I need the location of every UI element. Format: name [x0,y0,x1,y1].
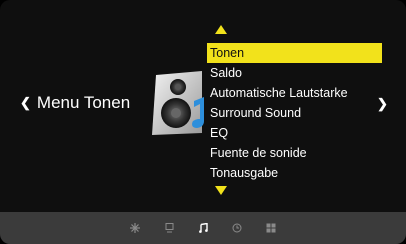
menu-item-saldo[interactable]: Saldo [207,63,382,83]
speaker-icon [152,71,204,135]
scroll-up-arrow-icon[interactable] [215,25,227,34]
grid-icon[interactable] [263,220,279,236]
menu-item-sound-source[interactable]: Fuente de sonide [207,143,382,163]
bottom-nav-bar [0,212,406,244]
clock-icon[interactable] [229,220,245,236]
tv-settings-screen: ❮ Menu Tonen Tonen Saldo Automatische La… [0,0,406,244]
display-icon[interactable] [161,220,177,236]
sound-menu-list: Tonen Saldo Automatische Lautstarke Surr… [207,43,382,183]
menu-item-eq[interactable]: EQ [207,123,382,143]
picture-icon[interactable] [127,220,143,236]
menu-title: Menu Tonen [36,93,131,112]
menu-breadcrumb[interactable]: ❮ Menu Tonen [20,93,130,113]
menu-item-auto-volume[interactable]: Automatische Lautstarke [207,83,382,103]
menu-item-tonen[interactable]: Tonen [207,43,382,63]
menu-item-sound-output[interactable]: Tonausgabe [207,163,382,183]
music-note-icon[interactable] [195,220,211,236]
chevron-right-icon[interactable]: ❯ [377,94,388,114]
chevron-left-icon[interactable]: ❮ [20,93,31,113]
menu-item-surround-sound[interactable]: Surround Sound [207,103,382,123]
scroll-down-arrow-icon[interactable] [215,186,227,195]
